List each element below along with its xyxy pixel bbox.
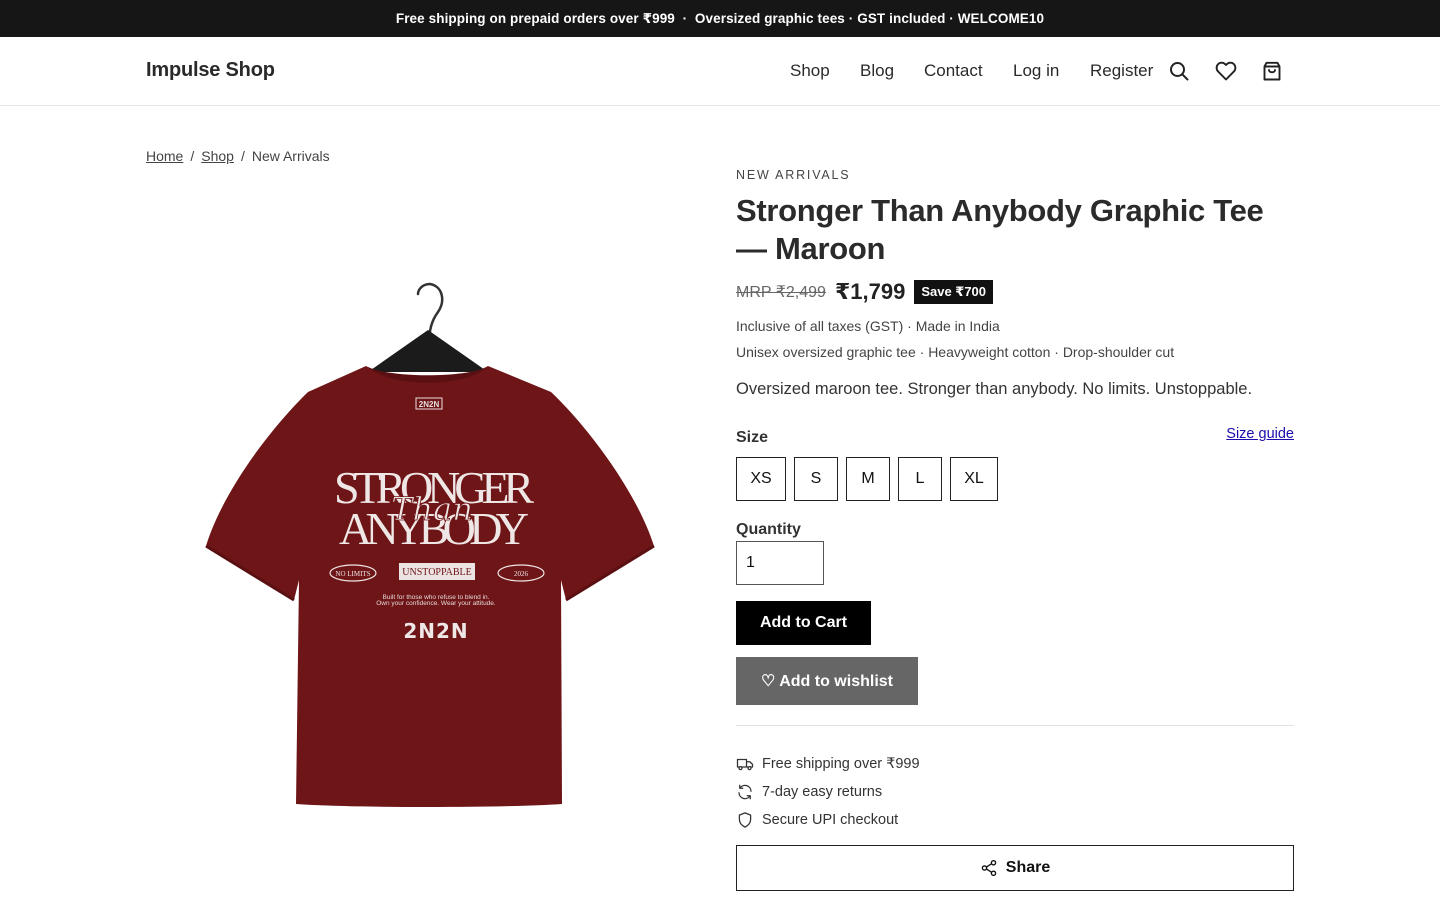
neck-label: 2N2N <box>419 400 440 409</box>
nav-register[interactable]: Register <box>1090 61 1153 81</box>
pill-left: NO LIMITS <box>335 570 370 578</box>
quantity-label: Quantity <box>736 521 801 538</box>
collection-label: NEW ARRIVALS <box>736 168 851 182</box>
perk-shipping-text: Free shipping over ₹999 <box>762 756 920 772</box>
search-icon[interactable] <box>1167 59 1191 83</box>
size-selector: XS S M L XL <box>736 457 998 501</box>
truck-icon <box>736 758 754 771</box>
sale-price: ₹1,799 <box>834 279 906 304</box>
save-badge: Save ₹700 <box>914 280 994 304</box>
announcement-bar: Free shipping on prepaid orders over ₹99… <box>0 0 1440 37</box>
breadcrumb-home[interactable]: Home <box>146 148 183 164</box>
mrp-price: MRP ₹2,499 <box>736 284 826 301</box>
perk-checkout-text: Secure UPI checkout <box>762 812 899 828</box>
brand-mark: 2N2N <box>403 619 468 643</box>
pill-center: UNSTOPPABLE <box>402 567 471 578</box>
size-option-l[interactable]: L <box>898 457 942 501</box>
product-description: Oversized maroon tee. Stronger than anyb… <box>736 380 1253 398</box>
tax-note: Inclusive of all taxes (GST) · Made in I… <box>736 318 1000 334</box>
perk-shipping: Free shipping over ₹999 <box>736 750 920 778</box>
quantity-input[interactable] <box>736 541 824 585</box>
size-option-m[interactable]: M <box>846 457 890 501</box>
perk-returns: 7-day easy returns <box>736 778 920 806</box>
product-image[interactable]: 2N2N STRONGER ANYBODY Than NO LIMITS UNS… <box>146 220 706 860</box>
share-label: Share <box>1005 859 1051 876</box>
size-option-xs[interactable]: XS <box>736 457 786 501</box>
size-option-s[interactable]: S <box>794 457 838 501</box>
size-label: Size <box>736 429 769 446</box>
nav-login[interactable]: Log in <box>1013 61 1059 81</box>
add-to-wishlist-button[interactable]: ♡ Add to wishlist <box>736 657 918 705</box>
size-option-xl[interactable]: XL <box>950 457 998 501</box>
breadcrumb-separator: / <box>190 148 195 164</box>
hanger <box>368 330 488 372</box>
size-guide-link[interactable]: Size guide <box>1226 426 1294 442</box>
print-script: Than <box>391 490 473 528</box>
announcement-text: Free shipping on prepaid orders over ₹99… <box>395 10 1045 26</box>
add-to-wishlist-label: ♡ Add to wishlist <box>761 673 893 690</box>
add-to-cart-button[interactable]: Add to Cart <box>736 601 871 645</box>
pill-right: 2026 <box>514 570 529 578</box>
breadcrumb-current: New Arrivals <box>251 148 330 164</box>
price-row: MRP ₹2,499 ₹1,799 Save ₹700 <box>736 279 994 305</box>
perk-checkout: Secure UPI checkout <box>736 806 920 834</box>
type-note: Unisex oversized graphic tee · Heavyweig… <box>736 344 1175 360</box>
tee-illustration: 2N2N STRONGER ANYBODY Than NO LIMITS UNS… <box>205 282 655 807</box>
share-icon <box>981 859 997 877</box>
divider <box>736 725 1294 726</box>
perks-list: Free shipping over ₹999 7-day easy retur… <box>736 750 920 834</box>
shield-icon <box>738 812 752 828</box>
nav-shop[interactable]: Shop <box>790 61 830 81</box>
tagline-2: Own your confidence. Wear your attitude. <box>376 600 496 607</box>
breadcrumb: Home / Shop / New Arrivals <box>146 148 330 164</box>
breadcrumb-separator: / <box>240 148 245 164</box>
breadcrumb-shop[interactable]: Shop <box>201 148 234 164</box>
cart-icon[interactable] <box>1260 59 1284 83</box>
heart-icon[interactable] <box>1214 59 1238 83</box>
nav-contact[interactable]: Contact <box>924 61 983 81</box>
product-title: Stronger Than Anybody Graphic Tee — Maro… <box>736 193 1264 266</box>
perk-returns-text: 7-day easy returns <box>762 784 883 800</box>
site-header: Impulse Shop Shop Blog Contact Log in Re… <box>0 37 1440 106</box>
share-button[interactable]: Share <box>736 845 1294 891</box>
nav-blog[interactable]: Blog <box>860 61 894 81</box>
refresh-icon <box>738 784 752 800</box>
